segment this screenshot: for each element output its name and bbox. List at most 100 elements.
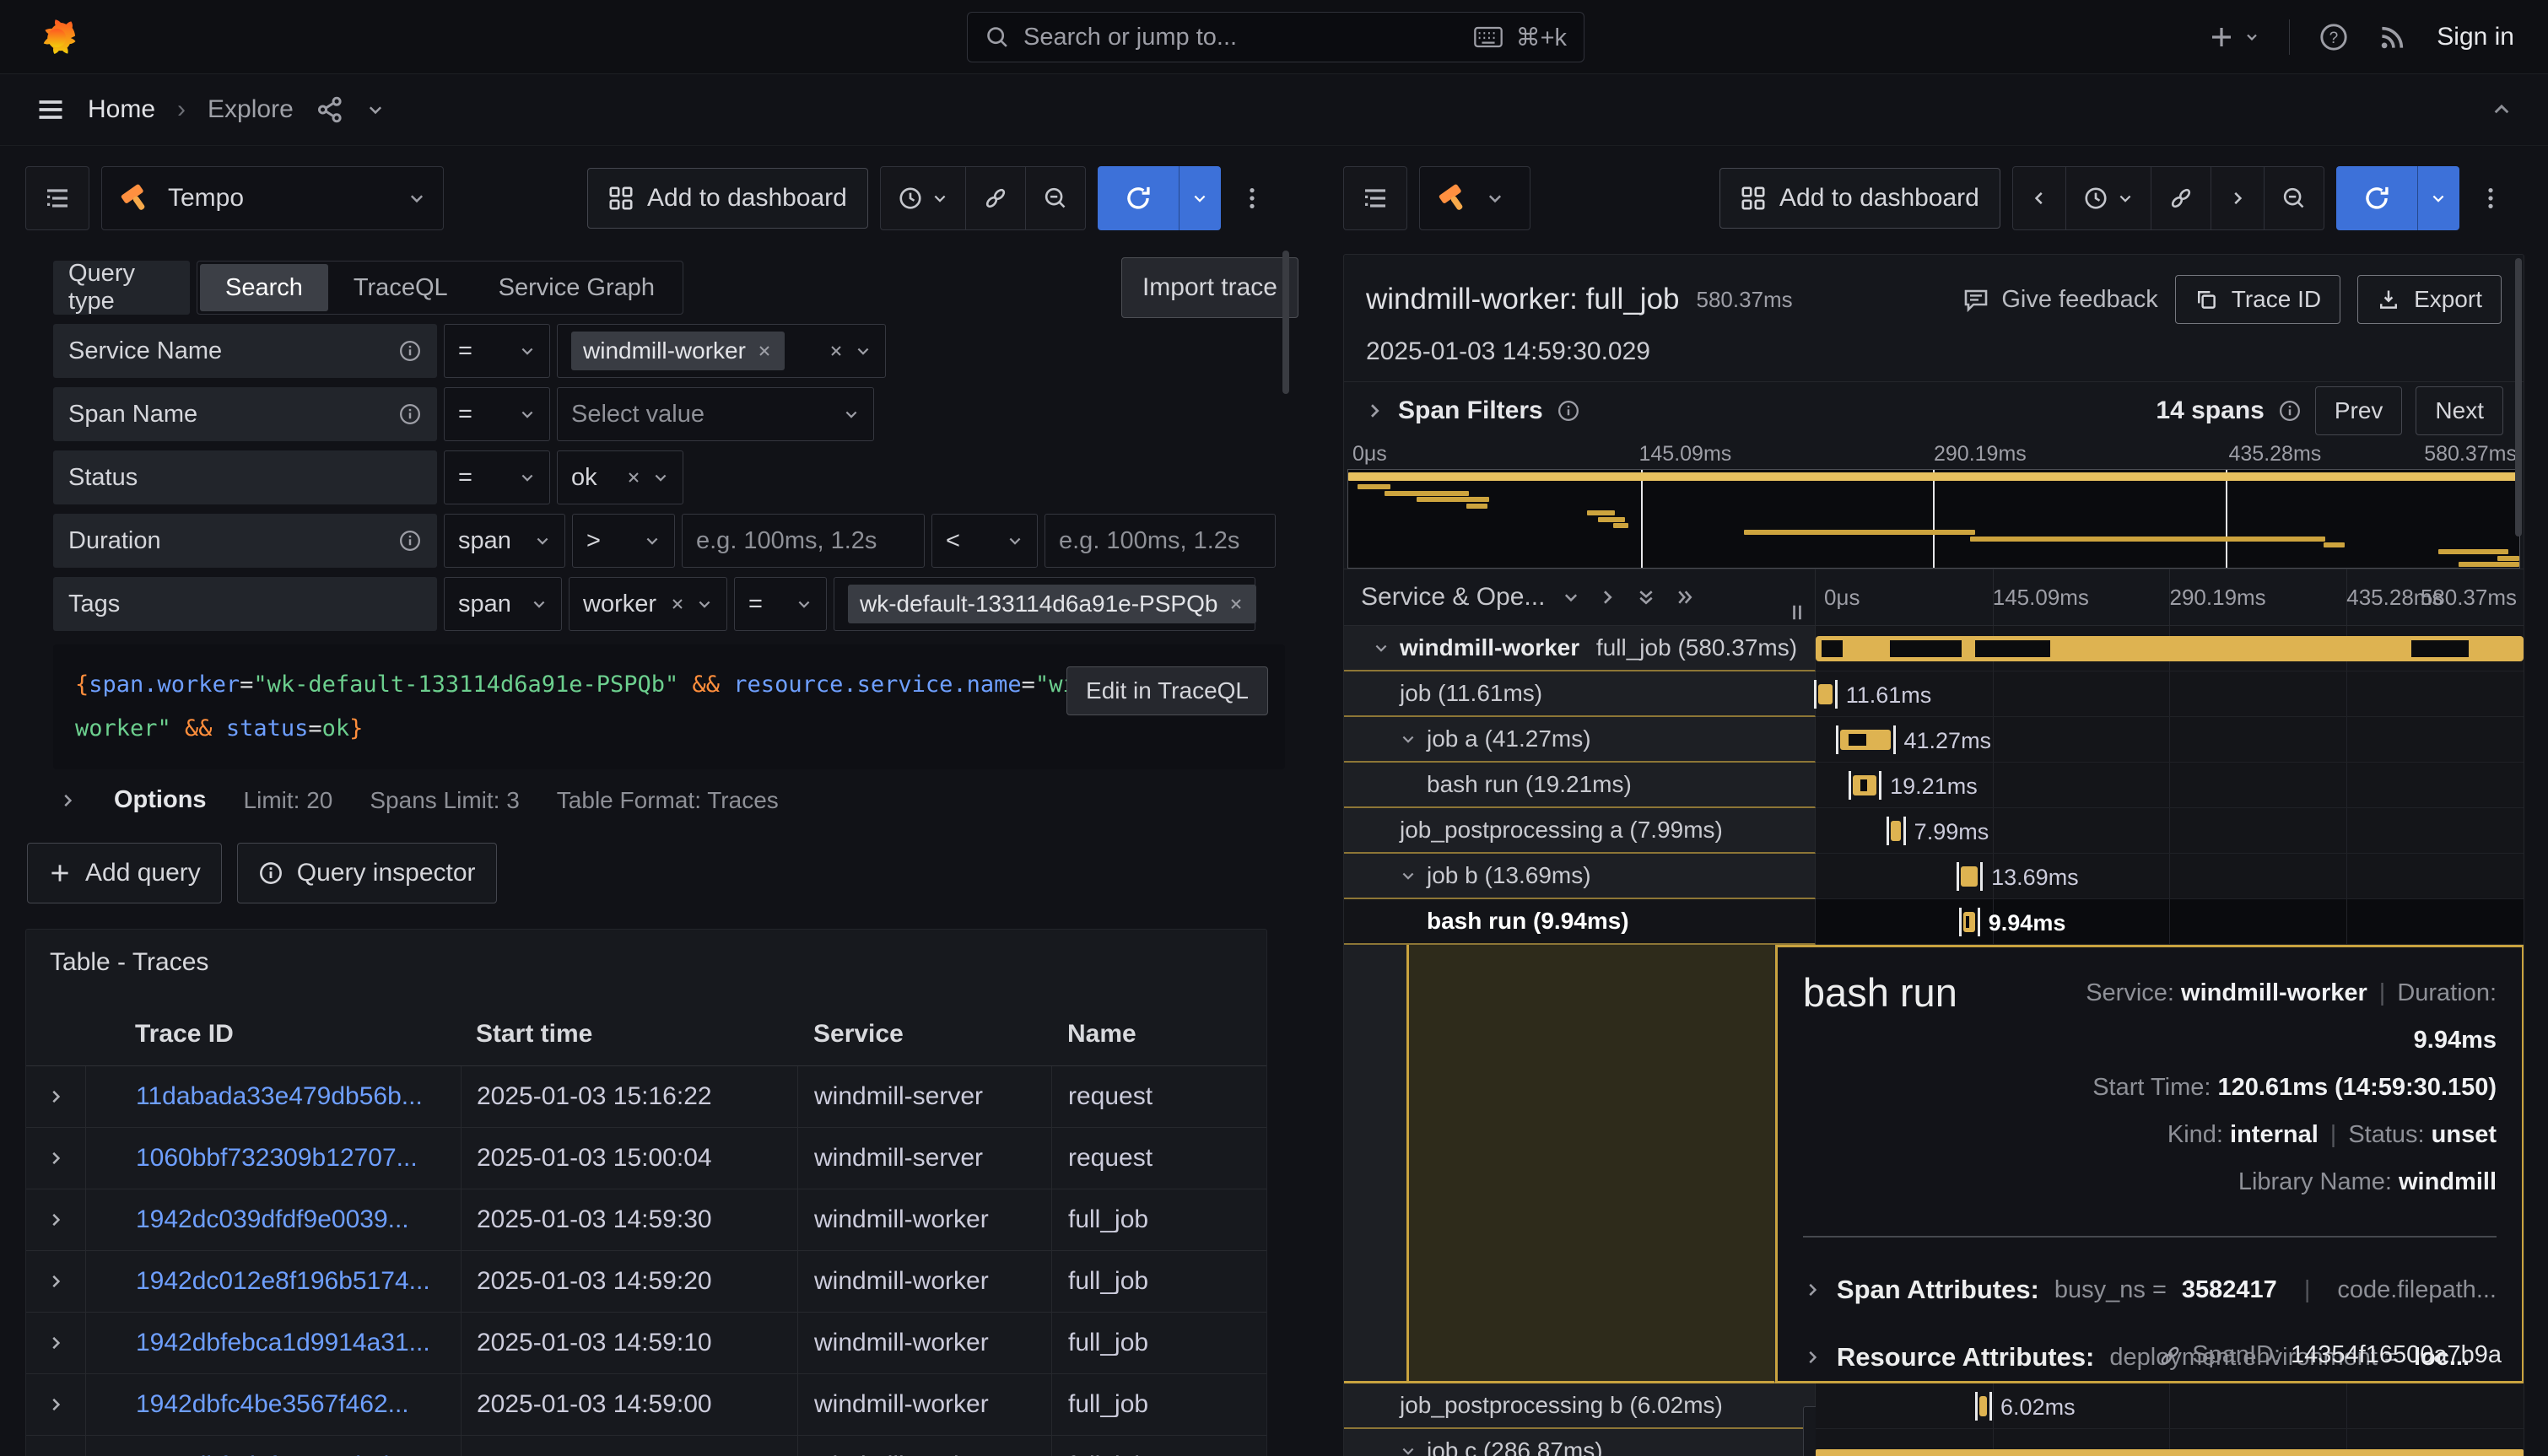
left-pane-scrollbar[interactable]	[1282, 251, 1289, 394]
span-name-cell[interactable]: job a (41.27ms)	[1344, 717, 1816, 763]
span-duration-bar[interactable]	[1853, 775, 1876, 795]
table-row[interactable]: 11dabada33e479db56b...2025-01-03 15:16:2…	[26, 1066, 1266, 1128]
news-rss-icon[interactable]	[2378, 22, 2408, 52]
zoom-out-button[interactable]	[2264, 167, 2324, 229]
time-picker-button[interactable]	[2065, 167, 2151, 229]
help-icon[interactable]: ?	[2319, 22, 2349, 52]
column-resize-handle[interactable]	[1788, 603, 1806, 622]
new-button[interactable]	[2208, 24, 2260, 51]
span-row-bash-run-19-21ms-[interactable]: bash run (19.21ms)19.21ms	[1344, 763, 2524, 808]
row-expander-icon[interactable]	[26, 1251, 85, 1312]
span-timeline-cell[interactable]: 7.99ms	[1816, 808, 2524, 854]
span-timeline-cell[interactable]	[1816, 626, 2524, 671]
filter-op[interactable]: =	[444, 387, 550, 441]
span-timeline-cell[interactable]: 19.21ms	[1816, 763, 2524, 808]
span-row-job-b-13-69ms-[interactable]: job b (13.69ms)13.69ms	[1344, 854, 2524, 899]
chevron-down-icon[interactable]	[1400, 1443, 1417, 1456]
span-duration-bar[interactable]	[1818, 684, 1833, 704]
zoom-out-button[interactable]	[1025, 167, 1085, 229]
share-icon[interactable]	[316, 95, 344, 124]
span-duration-bar[interactable]	[1979, 1396, 1987, 1416]
row-expander-icon[interactable]	[26, 1128, 85, 1189]
table-row[interactable]: 1942dbf9d9fa6108d0d1...2025-01-03 14:58:…	[26, 1436, 1266, 1456]
span-timeline-cell[interactable]: 9.94ms	[1816, 899, 2524, 945]
span-row-job-postprocessing-b-6-02ms-[interactable]: job_postprocessing b (6.02ms)6.02ms	[1344, 1383, 2524, 1429]
row-expander-icon[interactable]	[26, 1189, 85, 1250]
span-timeline-cell[interactable]: 6.02ms	[1816, 1383, 2524, 1429]
trace-id-link[interactable]: 1942dc012e8f196b5174...	[85, 1251, 461, 1312]
filter-input[interactable]: e.g. 100ms, 1.2s	[682, 514, 925, 568]
link-time-button[interactable]	[965, 167, 1025, 229]
export-button[interactable]: Export	[2357, 275, 2502, 324]
filter-value-chip[interactable]: windmill-worker	[571, 332, 785, 370]
span-row-job-postprocessing-a-7-99ms-[interactable]: job_postprocessing a (7.99ms)7.99ms	[1344, 808, 2524, 854]
chevron-down-icon[interactable]	[1562, 588, 1580, 607]
time-picker-button[interactable]	[881, 167, 965, 229]
breadcrumb-chevron-down-icon[interactable]	[366, 100, 385, 119]
column-header-service[interactable]: Service	[797, 1002, 1051, 1065]
datasource-picker[interactable]: Tempo	[101, 166, 444, 230]
add-to-dashboard-button[interactable]: Add to dashboard	[1719, 168, 2000, 229]
grafana-logo-icon[interactable]	[34, 14, 79, 60]
trace-id-link[interactable]: 1942dbfc4be3567f462...	[85, 1374, 461, 1435]
row-expander-icon[interactable]	[26, 1066, 85, 1127]
filter-op[interactable]: =	[444, 324, 550, 378]
span-timeline-cell[interactable]: 286.87ms	[1816, 1429, 2524, 1456]
give-feedback-button[interactable]: Give feedback	[1962, 286, 2157, 314]
filter-select[interactable]: Select value	[557, 387, 874, 441]
add-query-button[interactable]: Add query	[27, 843, 222, 903]
span-name-cell[interactable]: job (11.61ms)	[1344, 671, 1816, 717]
filter-chipbox[interactable]: windmill-worker	[557, 324, 886, 378]
import-trace-button[interactable]: Import trace	[1121, 257, 1298, 318]
span-name-cell[interactable]: job_postprocessing a (7.99ms)	[1344, 808, 1816, 854]
span-name-cell[interactable]: job_postprocessing b (6.02ms)	[1344, 1383, 1816, 1429]
row-expander-icon[interactable]	[26, 1436, 85, 1456]
span-row-job-c-286-87ms-[interactable]: job c (286.87ms)286.87ms	[1344, 1429, 2524, 1456]
next-span-button[interactable]: Next	[2416, 386, 2503, 435]
column-header-trace-id[interactable]: Trace ID	[85, 1002, 461, 1065]
menu-hamburger-icon[interactable]	[35, 94, 66, 125]
run-query-caret[interactable]	[2417, 166, 2459, 230]
run-query-caret[interactable]	[1179, 166, 1221, 230]
chevron-down-icon[interactable]	[1400, 867, 1417, 884]
span-duration-bar[interactable]	[1891, 821, 1901, 841]
expand-all-icon[interactable]	[1636, 587, 1656, 607]
span-filters-label[interactable]: Span Filters	[1398, 396, 1543, 425]
trace-id-link[interactable]: 1942dbfebca1d9914a31...	[85, 1313, 461, 1373]
trace-id-link[interactable]: 11dabada33e479db56b...	[85, 1066, 461, 1127]
filter-input[interactable]: e.g. 100ms, 1.2s	[1045, 514, 1276, 568]
span-timeline-cell[interactable]: 41.27ms	[1816, 717, 2524, 763]
collapse-one-icon[interactable]	[1597, 587, 1617, 607]
query-inspector-button[interactable]: Query inspector	[237, 843, 497, 903]
span-duration-bar[interactable]	[1816, 636, 2524, 661]
remove-chip-icon[interactable]	[1228, 596, 1244, 612]
table-row[interactable]: 1942dbfc4be3567f462...2025-01-03 14:59:0…	[26, 1374, 1266, 1436]
run-query-button[interactable]	[2336, 166, 2459, 230]
span-row-job-11-61ms-[interactable]: job (11.61ms)11.61ms	[1344, 671, 2524, 717]
edit-in-traceql-button[interactable]: Edit in TraceQL	[1066, 666, 1268, 715]
chevron-right-icon[interactable]	[1364, 401, 1385, 421]
span-row-full-job-580-37ms-[interactable]: windmill-worker full_job (580.37ms)	[1344, 626, 2524, 671]
sign-in-button[interactable]: Sign in	[2437, 23, 2514, 51]
trace-id-link[interactable]: 1942dbf9d9fa6108d0d1...	[85, 1436, 461, 1456]
link-icon[interactable]	[2158, 1344, 2182, 1367]
table-row[interactable]: 1060bbf732309b12707...2025-01-03 15:00:0…	[26, 1128, 1266, 1189]
span-timeline-cell[interactable]: 11.61ms	[1816, 671, 2524, 717]
outline-toggle-button[interactable]	[25, 166, 89, 230]
span-name-cell[interactable]: windmill-worker full_job (580.37ms)	[1344, 626, 1816, 671]
span-duration-bar[interactable]	[1816, 1449, 2524, 1456]
trace-id-button[interactable]: Trace ID	[2175, 275, 2340, 324]
table-row[interactable]: 1942dbfebca1d9914a31...2025-01-03 14:59:…	[26, 1313, 1266, 1374]
prev-span-button[interactable]: Prev	[2315, 386, 2403, 435]
query-type-search[interactable]: Search	[200, 264, 328, 311]
table-row[interactable]: 1942dc039dfdf9e0039...2025-01-03 14:59:3…	[26, 1189, 1266, 1251]
query-type-service-graph[interactable]: Service Graph	[473, 264, 680, 311]
row-expander-icon[interactable]	[26, 1313, 85, 1373]
filter-select[interactable]: span	[444, 514, 565, 568]
row-expander-icon[interactable]	[26, 1374, 85, 1435]
run-query-button[interactable]	[1098, 166, 1221, 230]
kebab-menu-icon[interactable]	[2471, 186, 2510, 211]
collapse-up-icon[interactable]	[2491, 99, 2513, 121]
span-name-cell[interactable]: job c (286.87ms)	[1344, 1429, 1816, 1456]
filter-op[interactable]: >	[572, 514, 675, 568]
